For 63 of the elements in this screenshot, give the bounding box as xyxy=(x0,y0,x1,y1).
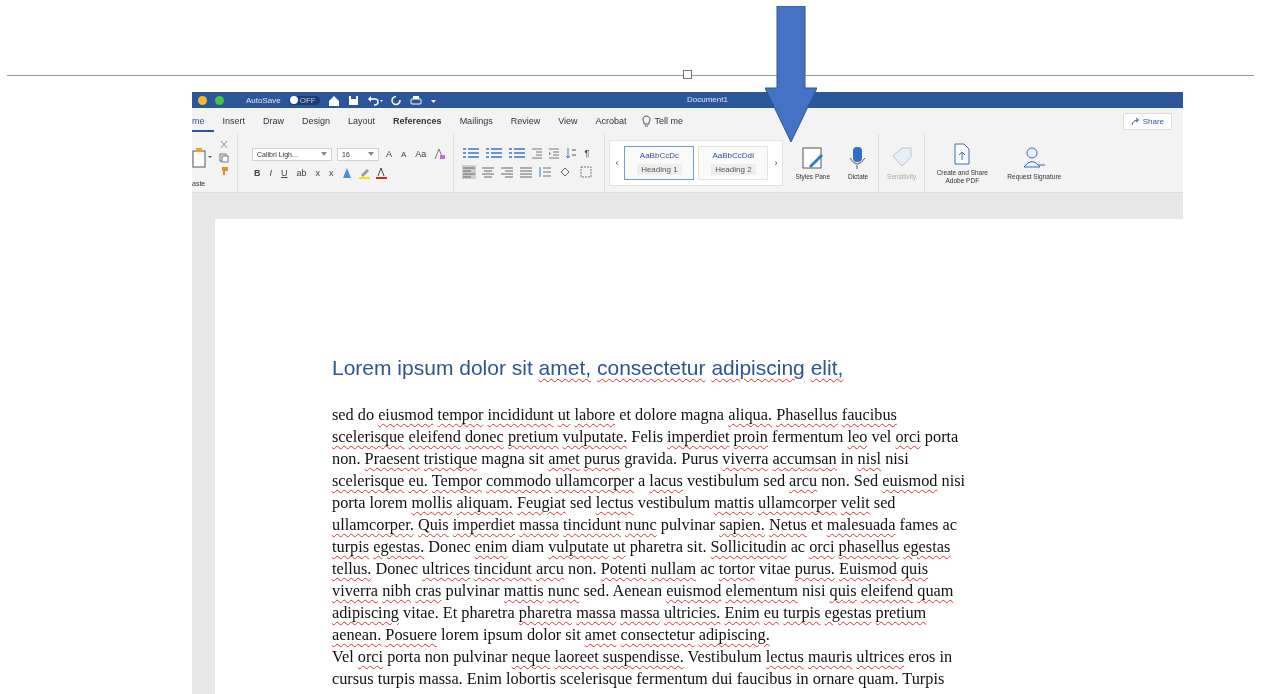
ribbon-tab[interactable]: Design xyxy=(293,110,340,132)
ribbon-tab[interactable]: Layout xyxy=(339,110,385,132)
ribbon-tab[interactable]: Acrobat xyxy=(586,110,636,132)
ribbon-tab[interactable]: View xyxy=(549,110,587,132)
share-button[interactable]: Share xyxy=(1122,112,1172,130)
highlighter-icon[interactable] xyxy=(357,166,370,179)
align-button[interactable] xyxy=(462,165,477,179)
lightbulb-icon[interactable] xyxy=(641,115,651,127)
numbered-list-icon[interactable] xyxy=(485,147,504,159)
person-sign-icon[interactable] xyxy=(1022,145,1047,170)
font-size-step-button[interactable]: A xyxy=(399,148,409,160)
ribbon-tab[interactable]: Mailings xyxy=(450,110,502,132)
font-format-button[interactable]: B xyxy=(252,166,263,179)
gallery-prev-button[interactable]: ‹ xyxy=(613,157,621,169)
body-paragraph: Vel orci porta non pulvinar neque laoreet suspendisse. Vestibulum lectus mauris ultrices eros in cursus turpis massa. Enim lobortis scelerisque fermentum dui faucibus in ornare quam. Turpis xyxy=(332,646,954,690)
dropdown-caret-icon xyxy=(368,152,374,156)
font-format-button[interactable]: x xyxy=(327,166,336,179)
show-formatting-button[interactable]: ¶ xyxy=(582,147,592,159)
window-title: Document1 xyxy=(687,95,728,104)
minimize-window-button[interactable] xyxy=(198,95,207,105)
ribbon-tab[interactable]: References xyxy=(384,110,451,132)
home-icon[interactable] xyxy=(327,94,340,106)
font-size-step-button[interactable]: A xyxy=(384,148,394,160)
share-icon xyxy=(1130,116,1140,126)
indent-icon[interactable] xyxy=(548,147,561,159)
redo-icon[interactable] xyxy=(390,94,402,106)
document-heading: Lorem ipsum dolor sit amet, consectetur adipiscing elit, xyxy=(332,356,845,380)
zoom-window-button[interactable] xyxy=(215,95,224,105)
font-format-button[interactable]: ab xyxy=(294,166,309,179)
font-format-button[interactable]: U xyxy=(279,166,290,179)
paste-clipboard-icon[interactable] xyxy=(192,145,214,170)
change-case-button[interactable]: Aa xyxy=(413,148,429,160)
style-item[interactable]: AaBbCcDc Heading 1 xyxy=(624,146,695,180)
styles-pane-icon[interactable] xyxy=(800,145,825,170)
sort-icon[interactable] xyxy=(565,147,578,159)
print-icon[interactable] xyxy=(409,94,422,106)
ribbon-tab[interactable]: Draw xyxy=(254,110,294,132)
resize-handle[interactable] xyxy=(683,70,692,79)
autosave-toggle[interactable]: OFF xyxy=(288,95,320,105)
multilevel-list-icon[interactable] xyxy=(508,147,527,159)
indent-icon[interactable] xyxy=(531,147,544,159)
font-format-button[interactable]: I xyxy=(267,166,274,179)
undo-icon[interactable] xyxy=(366,94,383,106)
font-format-button[interactable]: x xyxy=(313,166,323,179)
save-icon[interactable] xyxy=(347,94,359,106)
bullet-list-icon[interactable] xyxy=(462,147,481,159)
style-item[interactable]: AaBbCcDdI Heading 2 xyxy=(698,146,769,180)
ribbon-tab[interactable]: me xyxy=(192,110,214,132)
ribbon-tab[interactable]: Review xyxy=(501,110,550,132)
tell-me-search[interactable]: Tell me xyxy=(654,116,684,126)
format-painter-icon[interactable] xyxy=(219,165,229,176)
clear-formatting-icon[interactable] xyxy=(433,148,446,160)
align-button[interactable] xyxy=(481,165,496,179)
font-color-icon[interactable] xyxy=(374,166,387,179)
align-button[interactable] xyxy=(500,165,515,179)
dropdown-caret-icon xyxy=(321,152,327,156)
copy-icon[interactable] xyxy=(219,152,229,163)
body-paragraph: sed do eiusmod tempor incididunt ut labore et dolore magna aliqua. Phasellus faucibus scelerisque eleifend donec pretium vulputate. Felis imperdiet proin fermentum leo vel orci porta non. Praesent tristique magna sit amet purus gravida. Purus viverra accumsan in nisl nisi scelerisque eu. Tempor commodo ullamcorper a lacus vestibulum sed arcu non. Sed euismod nisi porta lorem mollis aliquam. Feugiat sed lectus vestibulum mattis ullamcorper velit sed ullamcorper. Quis imperdiet massa tincidunt nunc pulvinar sapien. Netus et malesuada fames ac turpis egestas. Donec enim diam vulputate ut pharetra sit. Sollicitudin ac orci phasellus egestas tellus. Donec ultrices tincidunt arcu non. Potenti nullam ac tortor vitae purus. Euismod quis viverra nibh cras pulvinar mattis nunc sed. Aenean euismod elementum nisi quis eleifend quam adipiscing vitae. Et pharetra pharetra massa massa ultricies. Enim eu turpis egestas pretium aenean. Posuere lorem ipsum dolor sit amet consectetur adipiscing. xyxy=(332,404,967,646)
autosave-label: AutoSave xyxy=(246,95,281,105)
ribbon-tab[interactable]: Insert xyxy=(213,110,255,132)
gallery-next-button[interactable]: › xyxy=(772,157,780,169)
align-button[interactable] xyxy=(519,165,534,179)
text-effects-icon[interactable] xyxy=(340,166,353,179)
